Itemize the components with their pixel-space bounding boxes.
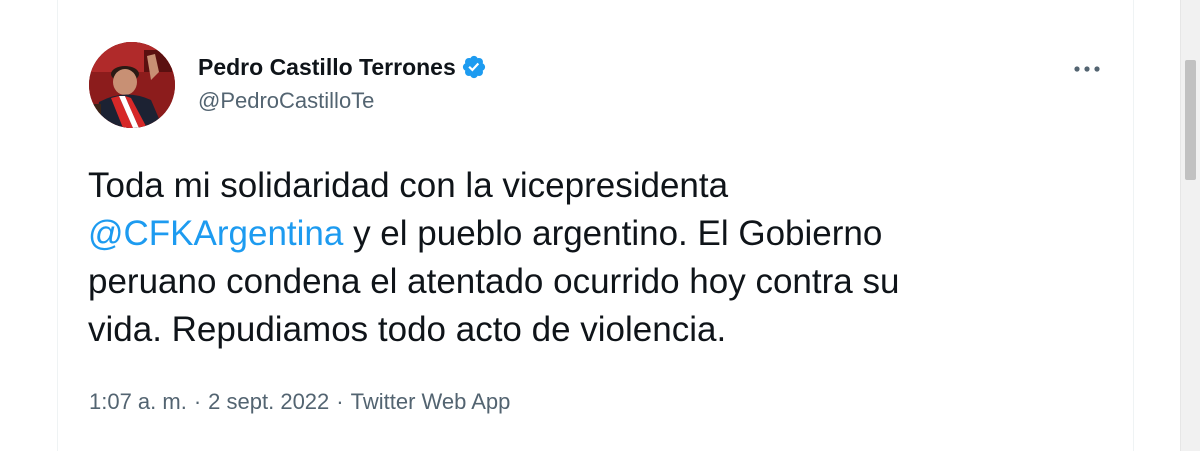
scrollbar-thumb[interactable]: [1185, 60, 1196, 180]
tweet-text-after-mention: y el pueblo argentino. El Gobierno: [343, 214, 883, 253]
tweet-card: Pedro Castillo Terrones @PedroCastilloTe…: [58, 0, 1133, 451]
mention-link[interactable]: @CFKArgentina: [88, 214, 343, 253]
tweet-screenshot: Pedro Castillo Terrones @PedroCastilloTe…: [0, 0, 1200, 451]
meta-separator: ·: [336, 389, 344, 414]
tweet-source[interactable]: Twitter Web App: [351, 389, 511, 415]
avatar-photo: [89, 42, 175, 128]
avatar[interactable]: [89, 42, 175, 128]
more-options-icon: [1074, 66, 1100, 72]
more-options-button[interactable]: [1061, 52, 1113, 86]
scrollbar[interactable]: [1180, 0, 1200, 451]
meta-separator: ·: [193, 389, 202, 414]
author-info: Pedro Castillo Terrones @PedroCastilloTe: [198, 49, 487, 119]
tweet-text-line4: vida. Repudiamos todo acto de violencia.: [88, 310, 727, 349]
right-divider: [1133, 0, 1134, 451]
tweet-meta: 1:07 a. m. · 2 sept. 2022 · Twitter Web …: [89, 389, 510, 415]
tweet-text: Toda mi solidaridad con la vicepresident…: [88, 162, 1078, 354]
tweet-time[interactable]: 1:07 a. m.: [89, 389, 187, 415]
tweet-text-line1: Toda mi solidaridad con la vicepresident…: [88, 166, 729, 205]
handle[interactable]: @PedroCastilloTe: [198, 88, 487, 114]
name-row: Pedro Castillo Terrones: [198, 49, 487, 85]
tweet-date[interactable]: 2 sept. 2022: [208, 389, 329, 415]
verified-badge-icon: [461, 54, 487, 80]
tweet-text-line3: peruano condena el atentado ocurrido hoy…: [88, 262, 900, 301]
display-name[interactable]: Pedro Castillo Terrones: [198, 54, 456, 81]
